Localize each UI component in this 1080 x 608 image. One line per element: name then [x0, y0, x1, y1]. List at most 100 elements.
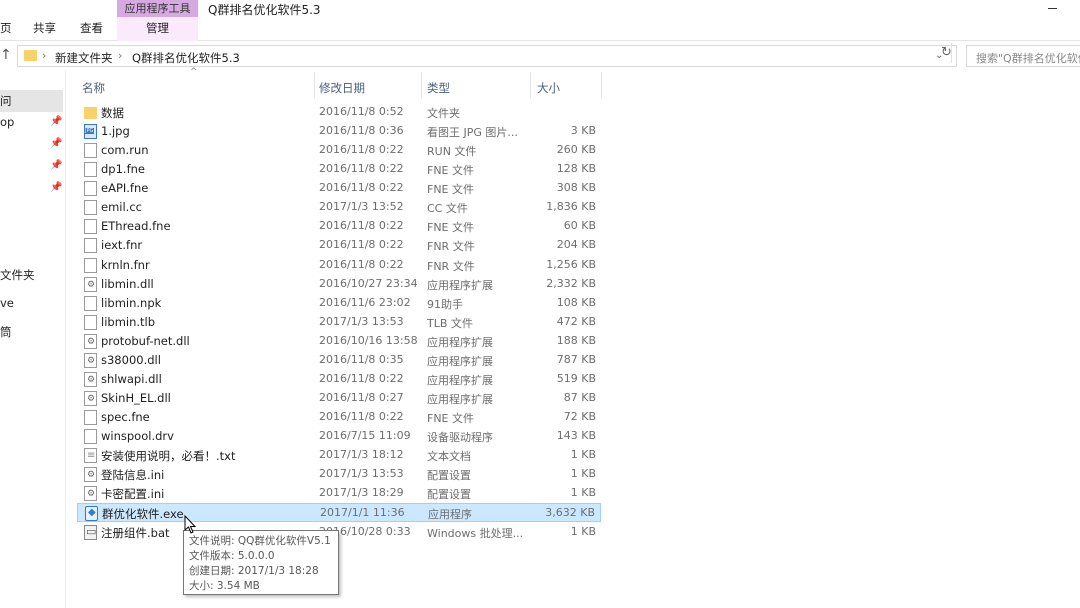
ribbon-tab-view[interactable]: 查看: [80, 20, 103, 36]
file-date: 2016/11/8 0:35: [319, 353, 404, 366]
file-date: 2016/11/8 0:22: [319, 162, 404, 175]
file-type: 应用程序扩展: [427, 374, 493, 387]
nav-item-drive[interactable]: ve: [0, 296, 14, 310]
file-type: FNE 文件: [427, 221, 475, 234]
file-row[interactable]: emil.cc 2017/1/3 13:52 CC 文件 1,836 KB: [77, 198, 601, 217]
file-row[interactable]: 注册组件.bat2016/10/28 0:33Windows 批处理...1 K…: [77, 523, 601, 542]
file-icon: [84, 162, 97, 177]
file-name: 安装使用说明，必看！.txt: [101, 449, 236, 463]
file-size: 3,632 KB: [545, 506, 595, 519]
file-type: 应用程序扩展: [427, 336, 493, 349]
file-type: 应用程序扩展: [427, 393, 493, 406]
file-row[interactable]: 1.jpg 2016/11/8 0:36 看图王 JPG 图片... 3 KB: [77, 122, 601, 141]
jpg-file-icon: [84, 124, 97, 139]
tooltip-size: 大小: 3.54 MB: [189, 580, 260, 592]
search-placeholder: 搜索"Q群排名优化软件5.3": [976, 52, 1080, 65]
file-row[interactable]: 群优化软件.exe 2017/1/1 11:36 应用程序 3,632 KB: [77, 503, 601, 522]
file-size: 2,332 KB: [546, 277, 596, 290]
file-name: 1.jpg: [101, 124, 130, 138]
file-size: 204 KB: [556, 238, 596, 251]
file-row[interactable]: s38000.dll 2016/11/8 0:35 应用程序扩展 787 KB: [77, 351, 601, 370]
file-row[interactable]: EThread.fne 2016/11/8 0:22 FNE 文件 60 KB: [77, 217, 601, 236]
file-row[interactable]: winspool.drv 2016/7/15 11:09 设备驱动程序 143 KB: [77, 427, 601, 446]
file-name: libmin.npk: [101, 296, 162, 310]
minimize-icon[interactable]: [1048, 8, 1057, 9]
file-name: com.run: [101, 143, 149, 157]
column-divider[interactable]: [421, 72, 422, 98]
address-bar[interactable]: › 新建文件夹 › Q群排名优化软件5.3 ⌄: [17, 45, 957, 67]
folder-icon: [84, 107, 97, 119]
column-divider[interactable]: [530, 72, 531, 98]
chevron-right-icon[interactable]: ›: [42, 49, 46, 62]
file-type: FNR 文件: [427, 240, 475, 253]
folder-icon: [24, 50, 37, 61]
file-row[interactable]: libmin.tlb 2017/1/3 13:53 TLB 文件 472 KB: [77, 313, 601, 332]
file-row[interactable]: protobuf-net.dll 2016/10/16 13:58 应用程序扩展 18…: [77, 332, 601, 351]
file-type: 应用程序扩展: [427, 279, 493, 292]
file-date: 2016/11/8 0:22: [319, 143, 404, 156]
ribbon-tab-share[interactable]: 共享: [33, 20, 56, 36]
file-name: SkinH_EL.dll: [101, 391, 171, 405]
refresh-icon[interactable]: ↻: [941, 45, 952, 60]
chevron-right-icon[interactable]: ›: [118, 49, 122, 62]
breadcrumb-new-folder[interactable]: 新建文件夹: [55, 50, 113, 66]
search-input[interactable]: 搜索"Q群排名优化软件5.3": [966, 45, 1080, 67]
file-row[interactable]: com.run 2016/11/8 0:22 RUN 文件 260 KB: [77, 141, 601, 160]
file-size: 1 KB: [570, 467, 596, 480]
file-size: 1,836 KB: [546, 200, 596, 213]
pin-icon[interactable]: 📌: [50, 138, 62, 149]
file-row[interactable]: 登陆信息.ini 2017/1/3 13:53 配置设置 1 KB: [77, 465, 601, 484]
sort-ascending-icon: ^: [190, 67, 198, 77]
file-row[interactable]: dp1.fne 2016/11/8 0:22 FNE 文件 128 KB: [77, 160, 601, 179]
file-row[interactable]: krnln.fnr 2016/11/8 0:22 FNR 文件 1,256 KB: [77, 256, 601, 275]
file-name: krnln.fnr: [101, 258, 150, 272]
file-name: 登陆信息.ini: [101, 468, 165, 482]
breadcrumb-current-folder[interactable]: Q群排名优化软件5.3: [132, 50, 240, 66]
nav-item-desktop[interactable]: op: [0, 115, 14, 129]
ribbon-tab-manage[interactable]: 管理: [117, 20, 198, 36]
nav-item-folder[interactable]: 文件夹: [0, 267, 35, 283]
file-icon: [84, 200, 97, 215]
file-type: CC 文件: [427, 202, 468, 215]
exe-file-icon: [85, 506, 98, 521]
file-row[interactable]: libmin.dll 2016/10/27 23:34 应用程序扩展 2,332 KB: [77, 275, 601, 294]
file-row[interactable]: spec.fne 2016/11/8 0:22 FNE 文件 72 KB: [77, 408, 601, 427]
file-icon: [84, 429, 97, 444]
file-size: 519 KB: [556, 372, 596, 385]
file-type: RUN 文件: [427, 145, 477, 158]
file-name: libmin.dll: [101, 277, 154, 291]
file-date: 2016/10/27 23:34: [319, 277, 418, 290]
column-divider[interactable]: [601, 72, 602, 98]
file-size: 3 KB: [570, 124, 596, 137]
file-date: 2016/11/8 0:22: [319, 181, 404, 194]
file-date: 2016/11/8 0:22: [319, 219, 404, 232]
file-icon: [84, 238, 97, 253]
file-size: 1 KB: [570, 486, 596, 499]
file-date: 2016/11/8 0:22: [319, 410, 404, 423]
file-size: 1,256 KB: [546, 258, 596, 271]
file-name: emil.cc: [101, 200, 142, 214]
file-size: 143 KB: [556, 429, 596, 442]
nav-item-misc[interactable]: 筒: [0, 324, 12, 340]
tooltip-version: 文件版本: 5.0.0.0: [189, 550, 275, 562]
nav-item-quick-access[interactable]: 问: [0, 93, 12, 109]
pin-icon[interactable]: 📌: [50, 116, 62, 127]
column-divider[interactable]: [314, 72, 315, 98]
file-row[interactable]: libmin.npk 2016/11/6 23:02 91助手 108 KB: [77, 294, 601, 313]
file-type: 91助手: [427, 298, 463, 311]
file-icon: [84, 296, 97, 311]
ribbon-tab-home[interactable]: 页: [0, 20, 12, 36]
file-row[interactable]: 卡密配置.ini 2017/1/3 18:29 配置设置 1 KB: [77, 484, 601, 503]
file-type: 看图王 JPG 图片...: [427, 126, 518, 139]
file-type: 文件夹: [427, 107, 460, 120]
file-row[interactable]: 安装使用说明，必看！.txt 2017/1/3 18:12 文本文档 1 KB: [77, 446, 601, 465]
up-arrow-icon[interactable]: ↑: [0, 47, 12, 63]
file-row[interactable]: 数据 2016/11/8 0:52 文件夹: [77, 103, 601, 122]
file-type: 配置设置: [427, 469, 471, 482]
file-row[interactable]: eAPI.fne 2016/11/8 0:22 FNE 文件 308 KB: [77, 179, 601, 198]
pin-icon[interactable]: 📌: [50, 182, 62, 193]
pin-icon[interactable]: 📌: [50, 160, 62, 171]
file-row[interactable]: SkinH_EL.dll 2016/11/8 0:27 应用程序扩展 87 KB: [77, 389, 601, 408]
file-row[interactable]: iext.fnr 2016/11/8 0:22 FNR 文件 204 KB: [77, 236, 601, 255]
file-row[interactable]: shlwapi.dll 2016/11/8 0:22 应用程序扩展 519 KB: [77, 370, 601, 389]
